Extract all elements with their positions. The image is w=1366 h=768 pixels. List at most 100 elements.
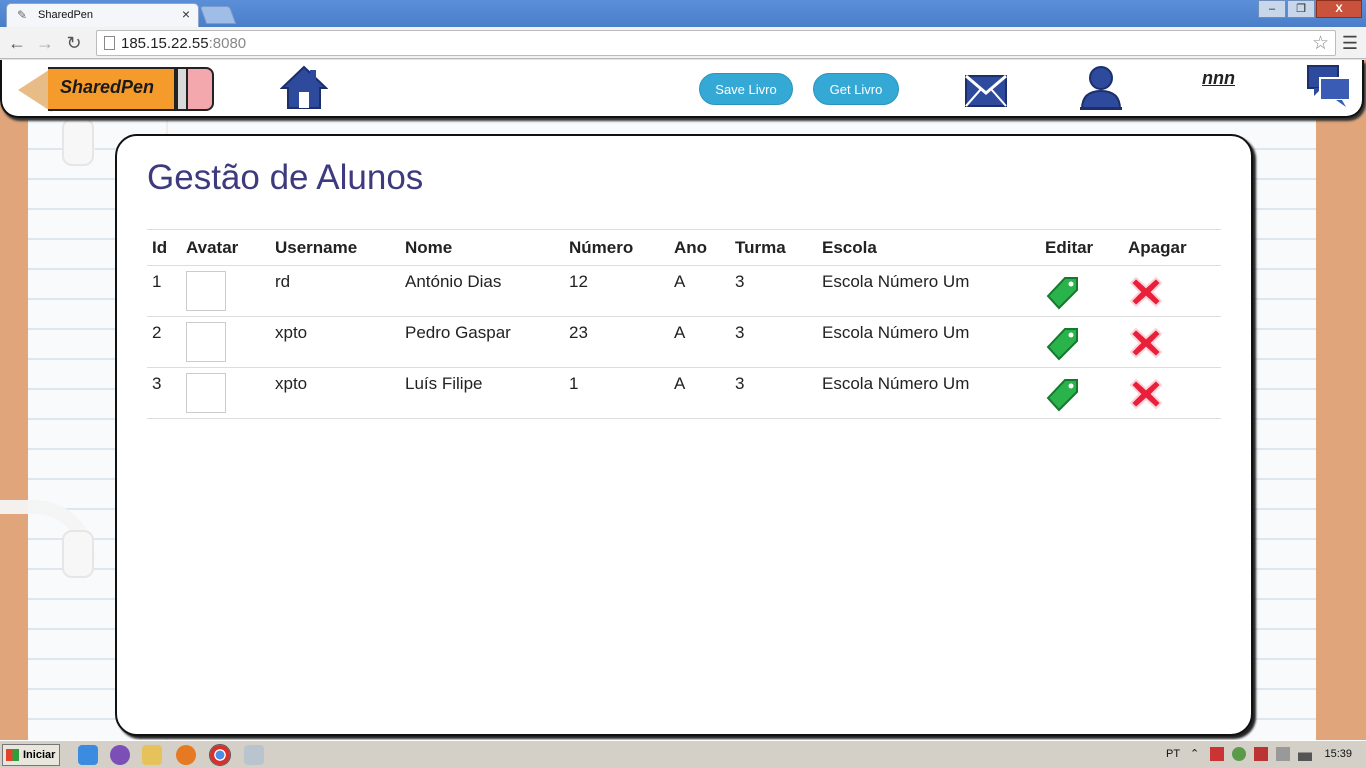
cell-escola: Escola Número Um <box>817 316 1040 368</box>
tray-update-icon[interactable] <box>1232 747 1246 761</box>
clock[interactable]: 15:39 <box>1324 748 1352 760</box>
browser-toolbar: ← → ↻ 185.15.22.55:8080 ☆ ☰ <box>0 27 1366 59</box>
page-viewport: SharedPen Save Livro Get Livro nnn Gestã… <box>0 60 1366 740</box>
cell-username: xpto <box>270 367 400 419</box>
new-tab-button[interactable] <box>199 6 237 24</box>
url-text: 185.15.22.55:8080 <box>121 35 246 52</box>
user-profile-icon[interactable] <box>1078 65 1124 111</box>
binder-hole-top <box>62 118 94 166</box>
cell-username: xpto <box>270 316 400 368</box>
browser-menu-icon[interactable]: ☰ <box>1342 33 1358 54</box>
avatar <box>186 373 226 413</box>
chrome-icon[interactable] <box>209 744 231 766</box>
tab-title: SharedPen <box>38 9 94 21</box>
tab-favicon-icon: ✎ <box>17 8 28 22</box>
column-header-turma: Turma <box>730 229 817 266</box>
start-label: Iniciar <box>23 749 56 761</box>
browser-tab[interactable]: ✎ SharedPen × <box>6 3 199 27</box>
column-header-escola: Escola <box>817 229 1040 266</box>
reload-icon[interactable]: ↻ <box>63 32 85 54</box>
window-controls: – ❐ X <box>1257 0 1362 18</box>
cell-nome: Luís Filipe <box>400 367 564 419</box>
page-title: Gestão de Alunos <box>147 158 424 197</box>
avatar <box>186 322 226 362</box>
pencil-eraser-shape <box>186 67 214 111</box>
column-header-apagar: Apagar <box>1123 229 1221 266</box>
viber-icon[interactable] <box>110 745 130 765</box>
cell-id: 1 <box>147 265 181 317</box>
app-header: SharedPen Save Livro Get Livro nnn <box>0 60 1364 118</box>
forward-arrow-icon[interactable]: → <box>34 32 56 54</box>
chat-icon[interactable] <box>1306 64 1352 108</box>
tab-close-icon[interactable]: × <box>182 6 190 22</box>
cell-ano: A <box>669 316 730 368</box>
sharedpen-logo[interactable]: SharedPen <box>18 67 216 113</box>
get-livro-button[interactable]: Get Livro <box>813 73 899 105</box>
tray-app-icon[interactable] <box>1254 747 1268 761</box>
language-indicator[interactable]: PT <box>1166 748 1180 760</box>
username-link[interactable]: nnn <box>1202 68 1235 89</box>
cell-turma: 3 <box>730 265 817 317</box>
mail-icon[interactable] <box>964 74 1008 108</box>
logo-text: SharedPen <box>60 77 155 97</box>
cell-username: rd <box>270 265 400 317</box>
delete-x-icon[interactable] <box>1128 274 1164 310</box>
restore-button[interactable]: ❐ <box>1287 0 1315 18</box>
edit-tag-icon[interactable] <box>1045 274 1081 310</box>
edit-tag-icon[interactable] <box>1045 376 1081 412</box>
column-header-numero: Número <box>564 229 669 266</box>
column-header-ano: Ano <box>669 229 730 266</box>
table-row: 1 rd António Dias 12 A 3 Escola Número U… <box>147 265 1221 317</box>
windows-logo-icon <box>6 749 19 761</box>
content-card: Gestão de Alunos Id Avatar Username Nome… <box>115 134 1253 736</box>
tray-expand-icon[interactable]: ⌃ <box>1190 747 1204 761</box>
tray-network-icon[interactable] <box>1298 747 1312 761</box>
cell-numero: 12 <box>564 265 669 317</box>
column-header-username: Username <box>270 229 400 266</box>
tray-security-icon[interactable] <box>1210 747 1224 761</box>
cell-nome: António Dias <box>400 265 564 317</box>
cell-escola: Escola Número Um <box>817 367 1040 419</box>
cell-numero: 1 <box>564 367 669 419</box>
column-header-avatar: Avatar <box>181 229 270 266</box>
cell-turma: 3 <box>730 367 817 419</box>
binder-hole-bottom <box>62 530 94 578</box>
students-table: Id Avatar Username Nome Número Ano Turma… <box>147 229 1221 419</box>
home-icon[interactable] <box>280 64 328 110</box>
cell-nome: Pedro Gaspar <box>400 316 564 368</box>
cell-id: 2 <box>147 316 181 368</box>
page-icon <box>104 36 115 50</box>
table-row: 3 xpto Luís Filipe 1 A 3 Escola Número U… <box>147 367 1221 419</box>
cell-id: 3 <box>147 367 181 419</box>
column-header-editar: Editar <box>1040 229 1123 266</box>
cell-turma: 3 <box>730 316 817 368</box>
save-livro-button[interactable]: Save Livro <box>699 73 793 105</box>
table-header-row: Id Avatar Username Nome Número Ano Turma… <box>147 229 1221 266</box>
delete-x-icon[interactable] <box>1128 376 1164 412</box>
control-panel-icon[interactable] <box>244 745 264 765</box>
windows-taskbar: Iniciar PT ⌃ 15:39 <box>0 740 1366 768</box>
bookmark-star-icon[interactable]: ☆ <box>1312 32 1329 55</box>
firefox-icon[interactable] <box>176 745 196 765</box>
system-tray: PT ⌃ 15:39 <box>1156 743 1366 767</box>
close-window-button[interactable]: X <box>1316 0 1362 18</box>
minimize-button[interactable]: – <box>1258 0 1286 18</box>
column-header-id: Id <box>147 229 181 266</box>
tray-speaker-icon[interactable] <box>1276 747 1290 761</box>
browser-titlebar: ✎ SharedPen × – ❐ X <box>0 0 1366 27</box>
cell-ano: A <box>669 367 730 419</box>
column-header-nome: Nome <box>400 229 564 266</box>
table-row: 2 xpto Pedro Gaspar 23 A 3 Escola Número… <box>147 316 1221 368</box>
folder-icon[interactable] <box>142 745 162 765</box>
avatar <box>186 271 226 311</box>
internet-explorer-icon[interactable] <box>78 745 98 765</box>
address-bar[interactable]: 185.15.22.55:8080 ☆ <box>96 30 1336 56</box>
edit-tag-icon[interactable] <box>1045 325 1081 361</box>
url-port: :8080 <box>208 35 247 52</box>
cell-ano: A <box>669 265 730 317</box>
pencil-tip-shape <box>18 68 52 112</box>
start-button[interactable]: Iniciar <box>2 744 60 766</box>
delete-x-icon[interactable] <box>1128 325 1164 361</box>
back-arrow-icon[interactable]: ← <box>6 32 28 54</box>
cell-numero: 23 <box>564 316 669 368</box>
